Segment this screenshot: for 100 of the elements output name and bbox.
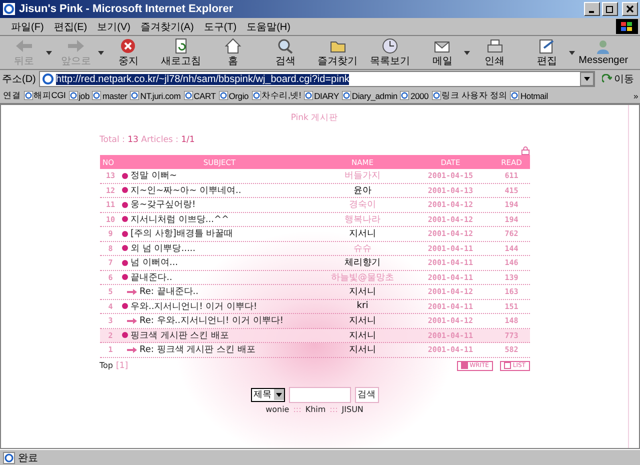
links-label: 연결 (3, 90, 21, 102)
article-subject-link[interactable]: 우와..지서니언니! 이거 이뿌다! (130, 300, 258, 313)
left-arrow-icon (14, 38, 34, 54)
article-subject-link[interactable]: Re: 우와..지서니언니! 이거 이뿌다! (140, 314, 284, 328)
page-icon (218, 91, 228, 100)
credit-name: wonie (266, 404, 290, 414)
link-button[interactable]: CART (184, 90, 216, 100)
link-button[interactable]: 2000 (400, 90, 429, 100)
page-icon (510, 91, 520, 100)
article-subject-link[interactable]: 지~인~짜~아~ 이뿌네여.. (130, 184, 242, 197)
article-subject-link[interactable]: 웅~갖구싶어랑! (130, 198, 196, 212)
browser-logo-icon (2, 2, 16, 16)
menu-item[interactable]: 파일(F) (6, 20, 49, 34)
page-icon (432, 91, 441, 100)
author-name: 윤아 (354, 184, 372, 197)
page-icon (42, 73, 54, 85)
link-button[interactable]: 해피CGI (24, 90, 66, 102)
link-button[interactable]: master (92, 90, 128, 100)
link-button[interactable]: Diary_admin (342, 90, 398, 100)
bullet-icon (122, 172, 128, 179)
bullet-icon (122, 332, 128, 338)
article-subject-link[interactable]: 핑크색 게시판 스킨 배포 (130, 328, 230, 342)
author-name: 경숙이 (349, 199, 376, 212)
page-icon (304, 91, 314, 100)
author-name: 지서니 (349, 330, 376, 342)
go-button[interactable]: 이동 (598, 72, 638, 86)
author-name: 지서니 (349, 315, 376, 328)
link-button[interactable]: Hotmail (510, 90, 548, 100)
bullet-icon (122, 274, 128, 280)
author-name: 체리향기 (344, 257, 380, 270)
link-button[interactable]: DIARY (304, 90, 339, 100)
menu-item[interactable]: 도움말(H) (242, 20, 296, 34)
bullet-icon (122, 216, 128, 222)
status-text: 완료 (18, 452, 38, 464)
dropdown-arrow-icon[interactable] (464, 50, 472, 56)
link-button[interactable]: NT.juri.com (130, 90, 181, 100)
minimize-button[interactable] (584, 2, 600, 16)
home-icon (223, 38, 244, 54)
search-button[interactable]: 검색 (354, 386, 378, 402)
article-subject-link[interactable]: Re: 끝내준다.. (140, 285, 199, 298)
toolbar-button[interactable]: 편집 (526, 38, 567, 68)
windows-logo-icon (616, 19, 638, 34)
link-button[interactable]: Orgio (218, 90, 249, 100)
go-arrow-icon (602, 74, 612, 84)
separator-text: ::: (330, 404, 338, 414)
credit-name: Khim (305, 404, 326, 414)
author-name: 버들가지 (344, 170, 380, 182)
link-button[interactable]: job (68, 90, 90, 100)
page-icon (184, 91, 193, 100)
author-name: 행복나라 (344, 214, 380, 226)
toolbar-button[interactable]: 새로고침 (160, 38, 201, 68)
toolbar-button[interactable]: 중지 (108, 38, 148, 68)
toolbar-button[interactable]: 메일 (422, 38, 462, 68)
toolbar-button[interactable]: 목록보기 (370, 38, 410, 68)
menu-item[interactable]: 즐겨찾기(A) (135, 20, 199, 34)
author-name: 지서니 (349, 228, 376, 240)
dropdown-arrow-icon[interactable] (568, 50, 576, 56)
bullet-icon (122, 303, 128, 310)
bullet-icon (122, 245, 128, 252)
address-field[interactable]: http://red.netpark.co.kr/~jl78/nh/sam/bbspink/wj_board.cgi?id=pink (38, 71, 595, 87)
address-label: 주소(D) (2, 73, 36, 86)
more-links-button[interactable]: » (633, 90, 638, 100)
menu-item[interactable]: 편집(E) (48, 20, 92, 34)
toolbar-button[interactable]: Messenger (579, 39, 628, 66)
article-subject-link[interactable]: 지서니처럼 이쁘당...^^ (130, 212, 230, 226)
author-name: 지서니 (349, 286, 376, 298)
top-link[interactable]: Top (100, 361, 113, 370)
article-subject-link[interactable]: 넘 이뻐여... (130, 256, 178, 270)
maximize-icon (606, 5, 614, 13)
article-subject-link[interactable]: [주의 사항]배경틀 바꿀때 (130, 227, 234, 240)
right-arrow-icon (66, 38, 86, 54)
page-icon (68, 91, 78, 100)
link-button[interactable]: 차수리,넷! (252, 90, 302, 102)
lock-icon[interactable] (520, 146, 530, 155)
menu-item[interactable]: 도구(T) (198, 20, 242, 34)
window-title: Jisun's Pink - Microsoft Internet Explorer (19, 3, 234, 15)
bullet-icon (122, 187, 128, 194)
article-subject-link[interactable]: 정말 이뻐~ (130, 169, 177, 182)
credit-name: JISUN (342, 404, 364, 414)
article-subject-link[interactable]: 외 넘 이뿌당..... (130, 242, 196, 255)
page-icon (342, 91, 351, 100)
toolbar-button[interactable]: 인쇄 (474, 38, 515, 68)
dropdown-arrow-icon (276, 392, 282, 396)
search-field[interactable] (288, 386, 350, 402)
search-type-select[interactable]: 제목 (250, 388, 284, 402)
page-icon (92, 91, 102, 100)
page-icon (400, 91, 410, 100)
toolbar-button[interactable]: 검색 (265, 38, 306, 68)
menu-item[interactable]: 보기(V) (92, 20, 136, 34)
reply-arrow-icon (126, 288, 136, 295)
article-subject-link[interactable]: 끝내준다.. (130, 270, 172, 284)
author-name: kri (356, 301, 368, 312)
article-subject-link[interactable]: Re: 핑크색 게시판 스킨 배포 (140, 343, 256, 356)
maximize-button[interactable] (602, 2, 618, 16)
page-icon (130, 91, 140, 100)
toolbar-button[interactable]: 홈 (213, 38, 254, 68)
close-button[interactable] (622, 2, 638, 16)
separator-text: ::: (293, 404, 302, 414)
toolbar-button[interactable]: 즐겨찾기 (318, 38, 358, 68)
link-button[interactable]: 링크 사용자 정의 (432, 90, 508, 102)
